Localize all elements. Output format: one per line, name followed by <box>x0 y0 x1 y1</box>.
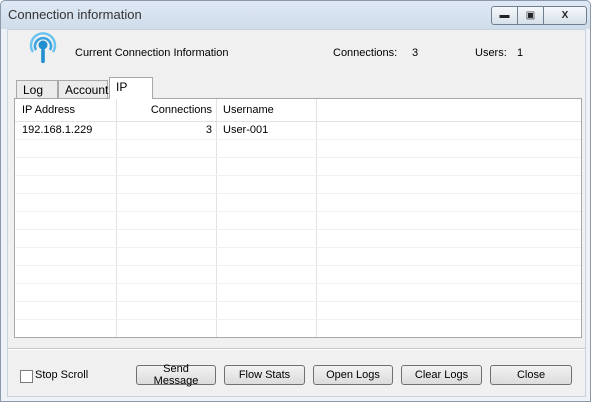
empty-row <box>15 248 581 266</box>
flow-stats-button[interactable]: Flow Stats <box>224 365 305 385</box>
maximize-icon: ▣ <box>525 10 536 21</box>
empty-row <box>15 302 581 320</box>
close-icon: X <box>561 10 569 21</box>
connection-info-window: Connection information ▬ ▣ X Current Con… <box>0 0 591 402</box>
empty-row <box>15 266 581 284</box>
table-row[interactable]: 192.168.1.229 3 User-001 <box>15 122 581 140</box>
maximize-button[interactable]: ▣ <box>517 6 544 25</box>
title-bar[interactable]: Connection information ▬ ▣ X <box>1 1 590 28</box>
empty-row <box>15 158 581 176</box>
close-button[interactable]: Close <box>490 365 572 385</box>
ip-connections-list[interactable]: IP Address Connections Username 192.168.… <box>14 98 582 338</box>
tab-log[interactable]: Log <box>16 80 58 98</box>
cell-connections: 3 <box>205 124 212 136</box>
empty-row <box>15 140 581 158</box>
send-message-button[interactable]: Send Message <box>136 363 216 387</box>
cell-username: User-001 <box>223 124 269 136</box>
tab-account[interactable]: Account <box>58 80 108 98</box>
footer-separator <box>8 348 585 350</box>
tab-ip[interactable]: IP <box>109 77 153 99</box>
open-logs-button[interactable]: Open Logs <box>313 365 393 385</box>
minimize-button[interactable]: ▬ <box>491 6 518 25</box>
column-header-connections[interactable]: Connections <box>122 104 212 116</box>
empty-row <box>15 284 581 302</box>
close-window-button[interactable]: X <box>543 6 587 25</box>
cell-ip-address: 192.168.1.229 <box>22 124 93 136</box>
column-header-username[interactable]: Username <box>223 104 274 116</box>
client-area: Current Connection Information Connectio… <box>7 29 586 397</box>
connections-count: 3 <box>412 47 419 59</box>
empty-row <box>15 230 581 248</box>
stop-scroll-checkbox[interactable] <box>20 370 33 383</box>
users-count: 1 <box>517 47 524 59</box>
header-title: Current Connection Information <box>75 47 229 59</box>
table-header: IP Address Connections Username <box>15 99 581 122</box>
empty-row <box>15 194 581 212</box>
empty-row <box>15 176 581 194</box>
users-label: Users: <box>475 47 507 59</box>
empty-row <box>15 212 581 230</box>
column-header-ip[interactable]: IP Address <box>22 104 75 116</box>
clear-logs-button[interactable]: Clear Logs <box>401 365 482 385</box>
minimize-icon: ▬ <box>499 10 510 21</box>
stop-scroll-label[interactable]: Stop Scroll <box>35 369 88 381</box>
window-title: Connection information <box>8 7 142 22</box>
wireless-signal-icon <box>29 32 57 63</box>
connections-label: Connections: <box>333 47 398 59</box>
